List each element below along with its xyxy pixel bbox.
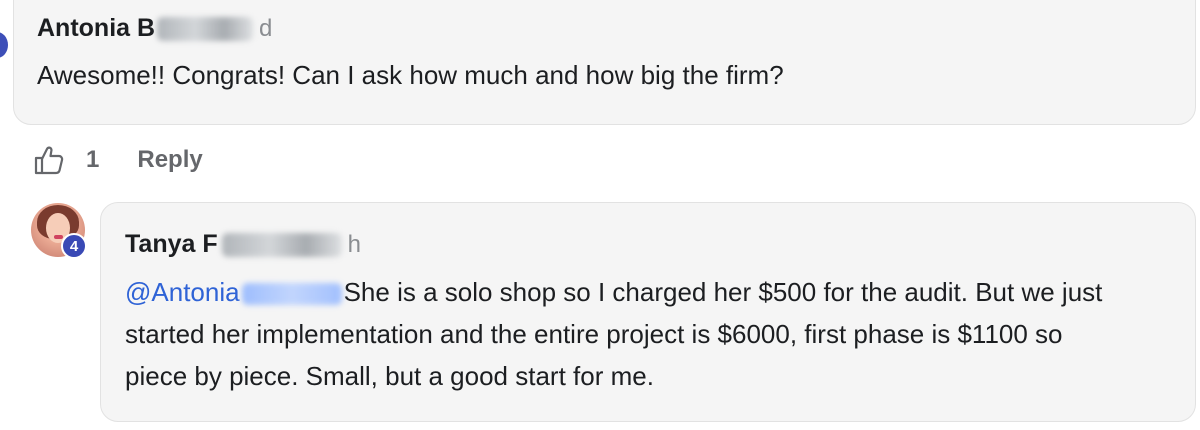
blurred-surname bbox=[221, 233, 342, 258]
like-button[interactable] bbox=[32, 143, 66, 177]
comment-text-line: piece by piece. Small, but a good start … bbox=[125, 361, 654, 391]
comment-timestamp[interactable]: d bbox=[259, 15, 272, 42]
comment-actions: 1 Reply bbox=[32, 142, 203, 178]
comment-text-line: She is a solo shop so I charged her $500… bbox=[343, 277, 1103, 307]
like-count: 1 bbox=[86, 146, 100, 173]
author-name[interactable]: Tanya F bbox=[125, 230, 218, 258]
reply-button[interactable]: Reply bbox=[137, 146, 202, 174]
comment-timestamp[interactable]: h bbox=[348, 231, 361, 258]
blurred-mention-surname bbox=[241, 283, 342, 306]
comment-thread: Antonia B d Awesome!! Congrats! Can I ask… bbox=[0, 0, 1200, 430]
comment-author[interactable]: Tanya F h bbox=[125, 230, 361, 259]
level-badge: 4 bbox=[61, 233, 87, 259]
user-mention[interactable]: @Antonia bbox=[125, 277, 240, 307]
comment-author[interactable]: Antonia B d bbox=[37, 14, 272, 43]
comment-text-line: started her implementation and the entir… bbox=[125, 319, 1063, 349]
comment-text: @Antonia She is a solo shop so I charged … bbox=[125, 271, 1185, 397]
thumbs-up-icon bbox=[34, 146, 64, 175]
comment-text: Awesome!! Congrats! Can I ask how much a… bbox=[37, 60, 784, 90]
blurred-surname bbox=[157, 17, 254, 42]
author-name[interactable]: Antonia B bbox=[37, 14, 155, 42]
avatar[interactable] bbox=[0, 32, 8, 58]
